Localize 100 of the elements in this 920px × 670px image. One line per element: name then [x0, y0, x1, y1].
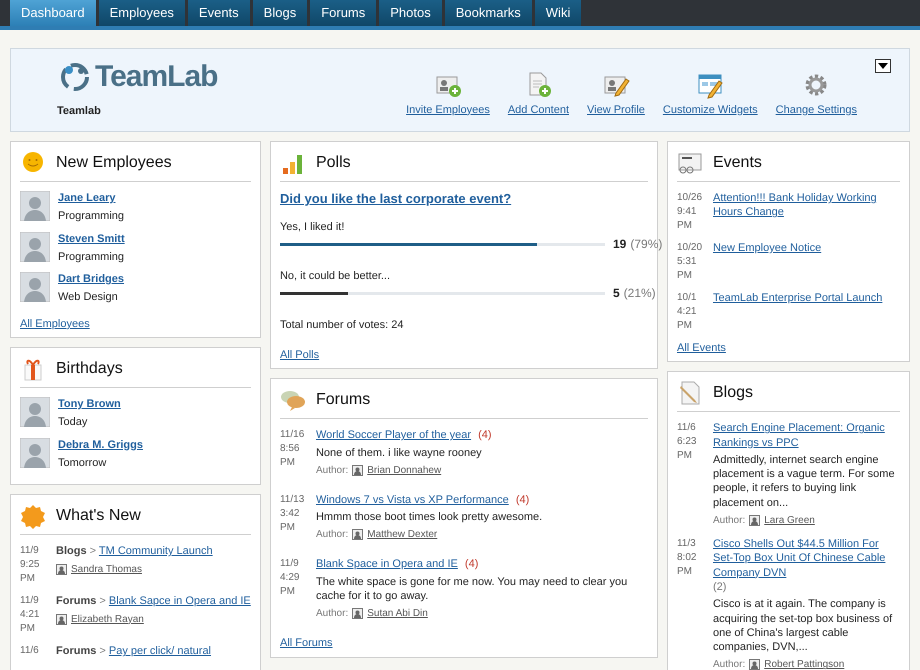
- person-icon: [749, 515, 760, 526]
- poll-option-text: No, it could be better...: [280, 268, 392, 284]
- date-text: 11/9: [280, 557, 300, 572]
- section-text: Blogs: [56, 545, 87, 558]
- department-text: Web Design: [58, 290, 119, 305]
- item-link[interactable]: Blank Sapce in Opera and IE: [108, 595, 251, 608]
- date-text: 4:29: [280, 571, 300, 586]
- comment-count: (4): [516, 494, 530, 506]
- all-events-link[interactable]: All Events: [676, 341, 726, 356]
- date-text: 4:21: [676, 305, 698, 319]
- nav-tab[interactable]: Bookmarks: [444, 0, 532, 26]
- author-link[interactable]: Sutan Abi Din: [367, 607, 428, 620]
- nav-tab[interactable]: Forums: [310, 0, 376, 26]
- widget-title: Events: [712, 152, 762, 173]
- event-link[interactable]: New Employee Notice: [712, 241, 822, 256]
- avatar-icon: [20, 191, 50, 221]
- date-text: PM: [676, 565, 693, 580]
- author-label: Author:: [316, 528, 348, 542]
- blog-post-link[interactable]: Cisco Shells Out $44.5 Million For Set-Top Box Unit Of Chinese Cable Company DVN: [712, 537, 900, 580]
- nav-tab[interactable]: Dashboard: [10, 0, 96, 26]
- date-text: 6:23: [676, 435, 698, 450]
- excerpt-text: Cisco is at it again. The company is acquiring the set-top box business of one of China's largest cable companies, DVN,...: [712, 597, 894, 654]
- widget-title: Birthdays: [56, 358, 123, 379]
- author-link[interactable]: Robert Pattingson: [764, 658, 844, 670]
- department-text: Programming: [58, 250, 125, 264]
- widget-title: Polls: [316, 152, 351, 173]
- comment-count: (2): [712, 580, 726, 593]
- birthday-date: Tomorrow: [58, 456, 108, 470]
- employee-link[interactable]: Dart Bridges: [58, 273, 124, 286]
- vote-percent: (21%): [624, 286, 656, 302]
- nav-tab[interactable]: Wiki: [534, 0, 582, 26]
- date-text: 11/9: [20, 594, 40, 608]
- nav-tab[interactable]: Employees: [98, 0, 185, 26]
- nav-tab[interactable]: Photos: [379, 0, 442, 26]
- author-link[interactable]: Elizabeth Rayan: [71, 612, 144, 626]
- person-icon: [352, 464, 364, 476]
- person-link[interactable]: Tony Brown: [58, 398, 121, 410]
- poll-option-text: Yes, I liked it!: [280, 220, 346, 234]
- header-action-link[interactable]: Customize Widgets: [662, 102, 758, 118]
- date-text: 8:56: [280, 442, 300, 456]
- author-link[interactable]: Matthew Dexter: [367, 528, 438, 542]
- blog-post-link[interactable]: Search Engine Placement: Organic Rankings vs PPC: [712, 421, 900, 450]
- event-link[interactable]: Attention!!! Bank Holiday Working Hours Change: [712, 191, 900, 220]
- nav-tab[interactable]: Events: [188, 0, 250, 26]
- badge-icon: [20, 503, 46, 530]
- date-text: 11/13: [280, 492, 306, 507]
- comment-count: (4): [478, 429, 492, 442]
- excerpt-text: Hmmm those boot times look pretty awesome.: [316, 510, 542, 524]
- topic-link[interactable]: World Soccer Player of the year: [316, 429, 472, 442]
- person-icon: [56, 564, 67, 575]
- avatar-icon: [20, 272, 50, 302]
- employee-link[interactable]: Jane Leary: [58, 192, 116, 204]
- date-text: 8:02: [676, 551, 698, 566]
- header-action-link[interactable]: View Profile: [587, 102, 645, 118]
- comment-count: (4): [464, 558, 478, 570]
- author-link[interactable]: Sandra Thomas: [71, 562, 142, 576]
- site-name: Teamlab: [57, 104, 102, 118]
- date-text: 4:21: [20, 608, 40, 622]
- caret-icon: [878, 63, 888, 69]
- date-text: PM: [20, 572, 36, 586]
- date-text: PM: [280, 456, 296, 470]
- header-action-link[interactable]: Invite Employees: [406, 102, 490, 118]
- header-action-link[interactable]: Add Content: [508, 102, 569, 118]
- header-action-link[interactable]: Change Settings: [776, 102, 857, 118]
- date-text: PM: [20, 622, 36, 636]
- widget-title: New Employees: [56, 152, 172, 173]
- date-text: 11/16: [280, 428, 306, 442]
- department-text: Programming: [58, 209, 124, 224]
- dropdown-toggle[interactable]: [875, 59, 891, 73]
- total-votes-text: Total number of votes: 24: [280, 318, 404, 332]
- date-text: 10/1: [676, 291, 698, 305]
- avatar-icon: [20, 232, 50, 262]
- birthday-date: Today: [58, 415, 88, 430]
- author-label: Author:: [316, 607, 348, 620]
- person-link[interactable]: Debra M. Griggs: [58, 438, 143, 451]
- date-text: 11/6: [676, 421, 697, 436]
- avatar-icon: [20, 438, 50, 468]
- date-text: 11/6: [20, 644, 40, 658]
- all-forums-link[interactable]: All Forums: [280, 637, 333, 650]
- author-link[interactable]: Lara Green: [764, 514, 815, 528]
- item-link[interactable]: Pay per click/ natural: [108, 645, 212, 658]
- date-text: 9:41: [676, 205, 698, 219]
- date-text: PM: [676, 219, 693, 233]
- all-polls-link[interactable]: All Polls: [280, 348, 320, 361]
- author-label: Author:: [712, 658, 746, 670]
- section-text: Forums: [56, 595, 96, 608]
- employee-link[interactable]: Steven Smitt: [58, 232, 125, 245]
- topic-link[interactable]: Blank Space in Opera and IE: [316, 558, 458, 570]
- author-link[interactable]: Brian Donnahew: [367, 464, 442, 477]
- nav-tab[interactable]: Blogs: [252, 0, 308, 26]
- event-link[interactable]: TeamLab Enterprise Portal Launch: [712, 291, 882, 306]
- date-text: 3:42: [280, 506, 300, 521]
- poll-question-link[interactable]: Did you like the last corporate event?: [280, 191, 512, 208]
- all-employees-link[interactable]: All Employees: [20, 316, 90, 332]
- section-text: Forums: [56, 645, 96, 658]
- author-label: Author:: [316, 464, 348, 477]
- logo-text: TeamLab: [95, 62, 218, 92]
- topic-link[interactable]: Windows 7 vs Vista vs XP Performance: [316, 494, 509, 506]
- item-link[interactable]: TM Community Launch: [98, 545, 213, 558]
- excerpt-text: Admittedly, internet search engine placement is a vague term. For some people, it refers to buying link placement on...: [712, 452, 896, 510]
